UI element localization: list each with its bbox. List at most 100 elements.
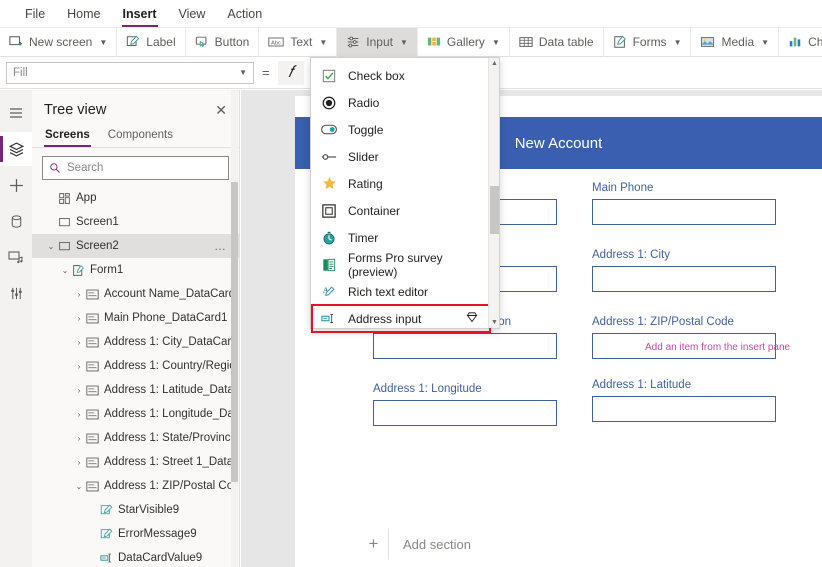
tree-item-form1[interactable]: ⌄ Form1 [32,258,239,282]
rail-media-library[interactable] [0,240,32,274]
chevron-right-icon[interactable]: › [72,410,86,419]
rail-data[interactable] [0,204,32,238]
property-selector[interactable]: Fill ▼ [6,61,254,84]
ribbon-button[interactable]: Button [186,27,260,57]
dropdown-item-timer[interactable]: Timer [311,224,491,251]
rail-insert[interactable] [0,168,32,202]
menu-bar: File Home Insert View Action [0,0,822,28]
datacard-icon [86,361,104,372]
datacard-icon [86,409,104,420]
dropdown-scrollbar-track[interactable]: ▲ ▼ [488,58,499,328]
ribbon-button-label: Button [214,35,250,49]
close-icon[interactable]: ✕ [215,103,227,117]
rail-hamburger-menu[interactable] [0,96,32,130]
dropdown-item-rich-text-editor[interactable]: A Rich text editor [311,278,491,305]
tree-item-screen2[interactable]: ⌄ Screen2 … [32,234,239,258]
tree-item-zip-postal-code-datacard[interactable]: ⌄ Address 1: ZIP/Postal Code_DataCard1 [32,474,239,498]
ribbon-forms[interactable]: Forms ▼ [604,27,692,57]
tree-item-errormessage9[interactable]: ErrorMessage9 [32,522,239,546]
menu-action[interactable]: Action [216,0,273,28]
field-input-country-region[interactable] [373,333,557,359]
tree-item-screen1[interactable]: Screen1 [32,210,239,234]
form-icon [72,264,90,277]
dropdown-item-label: Toggle [348,122,384,137]
dropdown-item-rating[interactable]: Rating [311,170,491,197]
tree-item-city-datacard[interactable]: › Address 1: City_DataCard1 [32,330,239,354]
tree-item-label: Address 1: Latitude_DataCard1 [104,384,233,396]
dropdown-item-radio[interactable]: Radio [311,89,491,116]
tree-view-header: Tree view ✕ [32,90,239,126]
dropdown-item-toggle[interactable]: Toggle [311,116,491,143]
data-table-icon [519,37,533,47]
ribbon-media[interactable]: Media ▼ [691,27,780,57]
tree-item-state-province-datacard[interactable]: › Address 1: State/Province_DataCard1 [32,426,239,450]
scroll-up-arrow-icon[interactable]: ▲ [489,58,500,69]
ribbon-new-screen[interactable]: New screen ▼ [0,27,118,57]
chevron-right-icon[interactable]: › [72,314,86,323]
dropdown-item-container[interactable]: Container [311,197,491,224]
premium-diamond-icon [466,311,478,326]
chevron-right-icon[interactable]: › [72,458,86,467]
field-input-longitude[interactable] [373,400,557,426]
field-input-latitude[interactable] [592,396,776,422]
tree-item-app[interactable]: App [32,186,239,210]
ribbon-input-label: Input [366,35,393,49]
fx-button[interactable]: 𝑓 [277,60,304,85]
tree-item-label: Form1 [90,264,124,276]
chevron-right-icon[interactable]: › [72,290,86,299]
dropdown-item-forms-pro-survey[interactable]: Forms Pro survey (preview) [311,251,491,279]
ribbon-gallery[interactable]: Gallery ▼ [418,27,510,57]
dropdown-scrollbar-thumb[interactable] [490,186,499,234]
field-input-city[interactable] [592,266,776,292]
tree-item-account-name-datacard[interactable]: › Account Name_DataCard1 [32,282,239,306]
menu-file[interactable]: File [14,0,56,28]
ribbon-charts[interactable]: Charts ▼ [779,28,822,57]
tree-item-starvisible9[interactable]: StarVisible9 [32,498,239,522]
chevron-right-icon[interactable]: › [72,338,86,347]
ribbon-label[interactable]: Label [117,27,186,57]
ribbon-data-table[interactable]: Data table [510,27,604,57]
tab-components[interactable]: Components [107,126,174,147]
tree-item-main-phone-datacard[interactable]: › Main Phone_DataCard1 [32,306,239,330]
more-options-icon[interactable]: … [214,239,227,253]
dropdown-item-address-input[interactable]: Address input [311,304,491,333]
ribbon-input[interactable]: Input ▼ [337,27,418,57]
chevron-right-icon[interactable]: › [72,362,86,371]
add-section-label: Add section [403,536,471,552]
tree-scrollbar-thumb[interactable] [231,182,238,482]
tree-item-label: Address 1: City_DataCard1 [104,336,233,348]
rail-advanced-settings[interactable] [0,276,32,310]
chevron-down-icon[interactable]: ⌄ [58,266,72,275]
menu-home[interactable]: Home [56,0,111,28]
chevron-down-icon[interactable]: ⌄ [44,242,58,251]
dropdown-item-slider[interactable]: Slider [311,143,491,170]
field-label: Address 1: Longitude [373,383,482,395]
checkbox-icon [321,69,337,83]
tree-search-wrap: Search [32,148,239,186]
field-latitude: Address 1: Latitude [592,379,776,422]
add-section-button[interactable]: + Add section [359,529,471,559]
tree-item-country-region-datacard[interactable]: › Address 1: Country/Region_DataCard1 [32,354,239,378]
datacard-icon [86,433,104,444]
chevron-right-icon[interactable]: › [72,434,86,443]
chevron-right-icon[interactable]: › [72,386,86,395]
ribbon-text[interactable]: Abc Text ▼ [259,27,338,57]
app-title: New Account [514,134,603,152]
scroll-down-arrow-icon[interactable]: ▼ [489,317,500,328]
chevron-down-icon[interactable]: ⌄ [72,482,86,491]
tree-item-latitude-datacard[interactable]: › Address 1: Latitude_DataCard1 [32,378,239,402]
tab-screens[interactable]: Screens [44,126,91,147]
forms-icon [613,35,626,48]
rail-tree-view[interactable] [0,132,32,166]
tree-item-datacardvalue9[interactable]: DataCardValue9 [32,546,239,567]
dropdown-item-check-box[interactable]: Check box [311,62,491,89]
field-input-main-phone[interactable] [592,199,776,225]
menu-insert[interactable]: Insert [112,0,168,28]
tree-item-street1-datacard[interactable]: › Address 1: Street 1_DataCard1 [32,450,239,474]
tree-item-label: Address 1: Street 1_DataCard1 [104,456,233,468]
dropdown-item-label: Container [348,203,401,218]
menu-view[interactable]: View [168,0,217,28]
tree-item-longitude-datacard[interactable]: › Address 1: Longitude_DataCard1 [32,402,239,426]
tree-search-box[interactable]: Search [42,156,229,180]
tree-item-label: DataCardValue9 [118,552,203,564]
